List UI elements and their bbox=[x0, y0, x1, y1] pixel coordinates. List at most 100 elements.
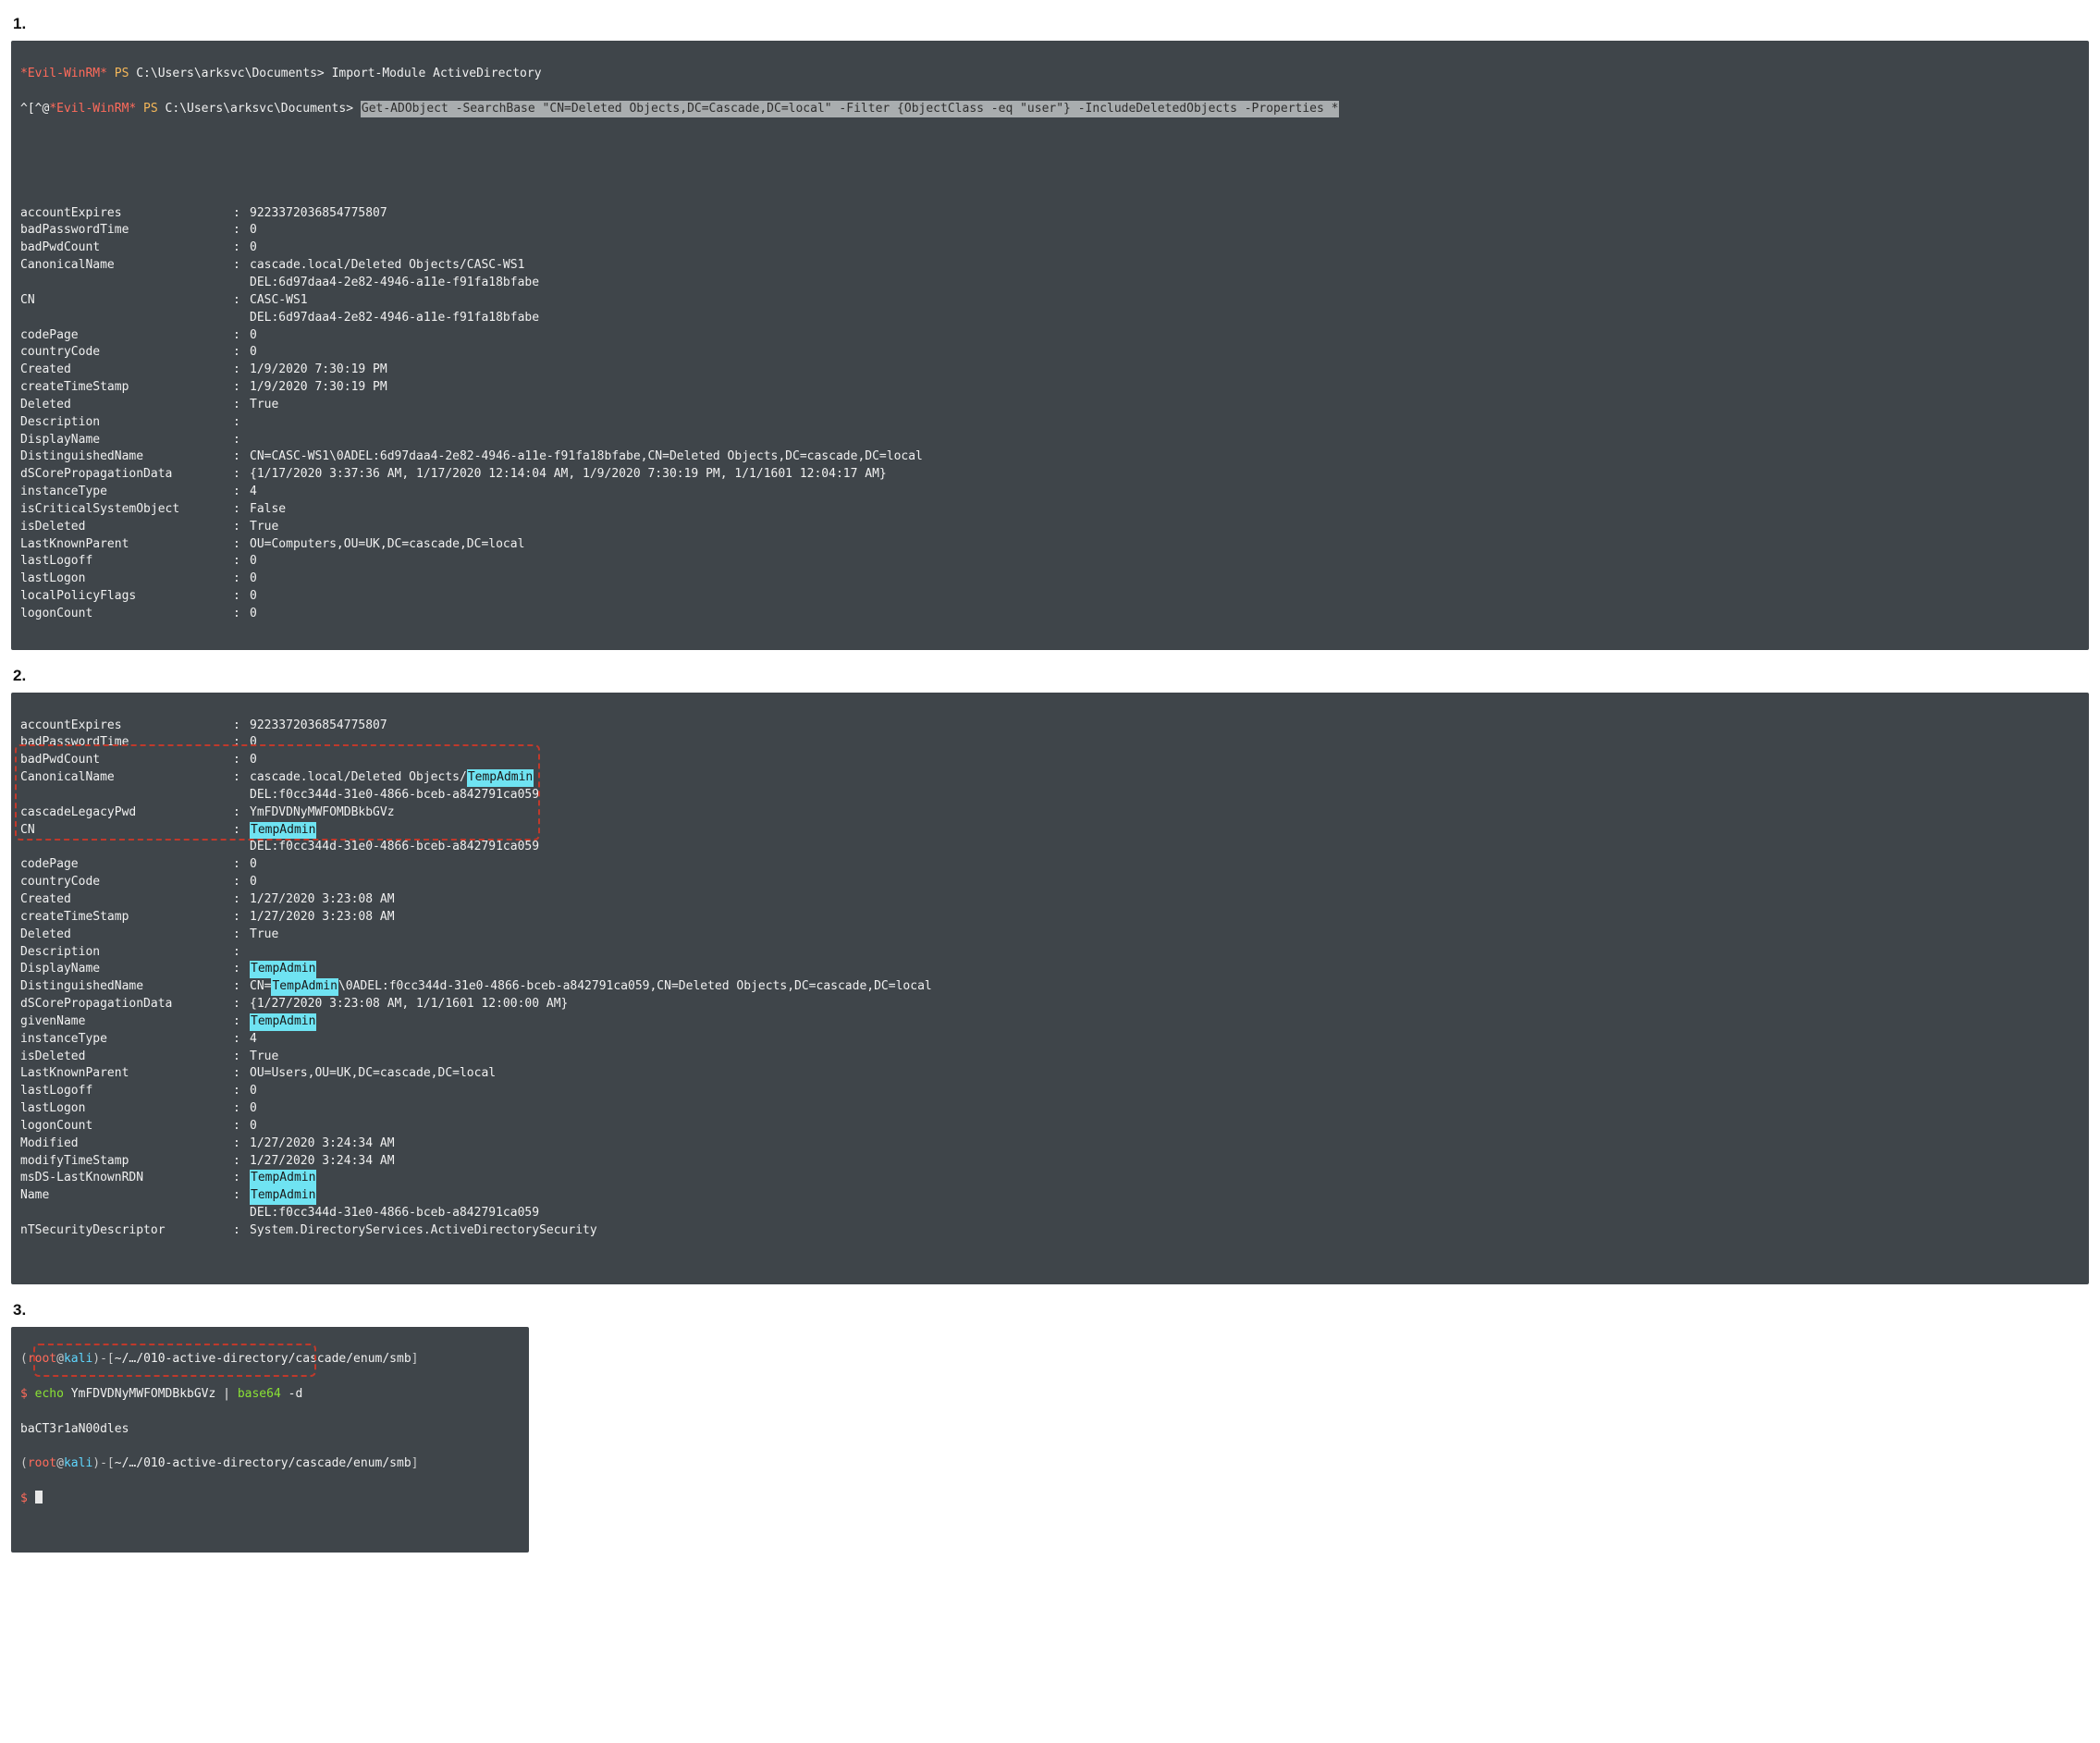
output-value: 0 bbox=[250, 588, 257, 606]
colon-sep: : bbox=[233, 379, 250, 397]
kali-user: root bbox=[28, 1455, 56, 1473]
kali-empty-prompt: $ bbox=[20, 1491, 520, 1508]
colon-sep: : bbox=[233, 536, 250, 554]
output-key: createTimeStamp bbox=[20, 909, 233, 927]
output-row: DEL:6d97daa4-2e82-4946-a11e-f91fa18bfabe bbox=[20, 275, 2080, 292]
colon-sep: : bbox=[233, 344, 250, 362]
output-value: 1/9/2020 7:30:19 PM bbox=[250, 362, 387, 379]
output-key: dSCorePropagationData bbox=[20, 996, 233, 1013]
output-key: badPasswordTime bbox=[20, 734, 233, 752]
colon-sep: : bbox=[233, 571, 250, 588]
output-key: logonCount bbox=[20, 606, 233, 623]
output-row: Name: TempAdmin bbox=[20, 1187, 2080, 1205]
output-value: 1/27/2020 3:23:08 AM bbox=[250, 909, 395, 927]
output-value: 4 bbox=[250, 1031, 257, 1049]
output-row: badPwdCount: 0 bbox=[20, 752, 2080, 769]
colon-sep: : bbox=[233, 205, 250, 223]
output-key: Description bbox=[20, 414, 233, 432]
output-key: lastLogoff bbox=[20, 1083, 233, 1100]
output-key: CanonicalName bbox=[20, 257, 233, 275]
colon-sep: : bbox=[233, 822, 250, 840]
colon-sep: : bbox=[233, 588, 250, 606]
output-key: logonCount bbox=[20, 1118, 233, 1135]
output-value: 0 bbox=[250, 222, 257, 239]
output-key: givenName bbox=[20, 1013, 233, 1031]
output-row: dSCorePropagationData: {1/17/2020 3:37:3… bbox=[20, 466, 2080, 484]
paren-close-bracket: )-[ bbox=[92, 1455, 114, 1473]
colon-sep: : bbox=[233, 909, 250, 927]
command-text: Import-Module ActiveDirectory bbox=[332, 66, 542, 83]
output-value: 1/27/2020 3:24:34 AM bbox=[250, 1135, 395, 1153]
output-value-post: \0ADEL:f0cc344d-31e0-4866-bceb-a842791ca… bbox=[338, 978, 932, 996]
output-value: 0 bbox=[250, 327, 257, 345]
output-row: isDeleted: True bbox=[20, 1049, 2080, 1066]
section-3-label: 3. bbox=[13, 1301, 2089, 1320]
colon-sep: : bbox=[233, 448, 250, 466]
output-row: instanceType: 4 bbox=[20, 484, 2080, 501]
output-row: Deleted: True bbox=[20, 397, 2080, 414]
output-value: OU=Users,OU=UK,DC=cascade,DC=local bbox=[250, 1065, 496, 1083]
output-key: DisplayName bbox=[20, 961, 233, 978]
colon-sep: : bbox=[233, 1153, 250, 1171]
output-key: CanonicalName bbox=[20, 769, 233, 787]
colon-sep: : bbox=[233, 519, 250, 536]
output-key: lastLogon bbox=[20, 571, 233, 588]
output-rows-panel-1: accountExpires: 9223372036854775807badPa… bbox=[20, 205, 2080, 623]
colon-sep: : bbox=[233, 1118, 250, 1135]
output-value: {1/17/2020 3:37:36 AM, 1/17/2020 12:14:0… bbox=[250, 466, 887, 484]
output-row: Created: 1/27/2020 3:23:08 AM bbox=[20, 891, 2080, 909]
colon-sep: : bbox=[233, 432, 250, 449]
output-row: cascadeLegacyPwd: YmFDVDNyMWFOMDBkbGVz bbox=[20, 804, 2080, 822]
output-key: lastLogon bbox=[20, 1100, 233, 1118]
output-row: modifyTimeStamp: 1/27/2020 3:24:34 AM bbox=[20, 1153, 2080, 1171]
colon-sep: : bbox=[233, 501, 250, 519]
output-row: instanceType: 4 bbox=[20, 1031, 2080, 1049]
output-value: 9223372036854775807 bbox=[250, 718, 387, 735]
colon-sep: : bbox=[233, 856, 250, 874]
colon-sep: : bbox=[233, 927, 250, 944]
highlighted-value: TempAdmin bbox=[250, 961, 316, 978]
output-key: LastKnownParent bbox=[20, 1065, 233, 1083]
output-row: countryCode: 0 bbox=[20, 874, 2080, 891]
output-key: Deleted bbox=[20, 927, 233, 944]
evil-winrm-tag: *Evil-WinRM* bbox=[20, 66, 107, 83]
output-key: Created bbox=[20, 891, 233, 909]
kali-user: root bbox=[28, 1351, 56, 1369]
cursor-icon bbox=[35, 1491, 43, 1504]
output-key: Deleted bbox=[20, 397, 233, 414]
kali-prompt-line-1: (root@kali)-[~/…/010-active-directory/ca… bbox=[20, 1351, 520, 1369]
output-value: CN=CASC-WS1\0ADEL:6d97daa4-2e82-4946-a11… bbox=[250, 448, 923, 466]
output-key: DistinguishedName bbox=[20, 978, 233, 996]
base64-cmd: base64 bbox=[238, 1386, 289, 1404]
output-row: LastKnownParent: OU=Users,OU=UK,DC=casca… bbox=[20, 1065, 2080, 1083]
output-key: codePage bbox=[20, 856, 233, 874]
output-row: nTSecurityDescriptor: System.DirectorySe… bbox=[20, 1222, 2080, 1240]
output-value: 0 bbox=[250, 856, 257, 874]
output-value: 9223372036854775807 bbox=[250, 205, 387, 223]
colon-sep: : bbox=[233, 606, 250, 623]
colon-sep: : bbox=[233, 1065, 250, 1083]
colon-sep: : bbox=[233, 397, 250, 414]
colon-sep: : bbox=[233, 484, 250, 501]
kali-host: kali bbox=[64, 1351, 92, 1369]
output-key: dSCorePropagationData bbox=[20, 466, 233, 484]
output-continuation: DEL:6d97daa4-2e82-4946-a11e-f91fa18bfabe bbox=[250, 310, 539, 327]
paren-open: ( bbox=[20, 1455, 28, 1473]
dollar-prompt: $ bbox=[20, 1386, 35, 1404]
output-key: instanceType bbox=[20, 1031, 233, 1049]
pipe-char: | bbox=[223, 1386, 238, 1404]
output-key: badPwdCount bbox=[20, 239, 233, 257]
output-row: givenName: TempAdmin bbox=[20, 1013, 2080, 1031]
colon-sep: : bbox=[233, 1013, 250, 1031]
output-key: countryCode bbox=[20, 874, 233, 891]
colon-sep: : bbox=[233, 414, 250, 432]
output-row: accountExpires: 9223372036854775807 bbox=[20, 718, 2080, 735]
output-continuation: DEL:f0cc344d-31e0-4866-bceb-a842791ca059 bbox=[250, 1205, 539, 1222]
output-row: lastLogoff: 0 bbox=[20, 553, 2080, 571]
colon-sep: : bbox=[233, 874, 250, 891]
colon-sep: : bbox=[233, 718, 250, 735]
output-row: codePage: 0 bbox=[20, 327, 2080, 345]
kali-host: kali bbox=[64, 1455, 92, 1473]
output-value: 1/9/2020 7:30:19 PM bbox=[250, 379, 387, 397]
output-value: False bbox=[250, 501, 286, 519]
